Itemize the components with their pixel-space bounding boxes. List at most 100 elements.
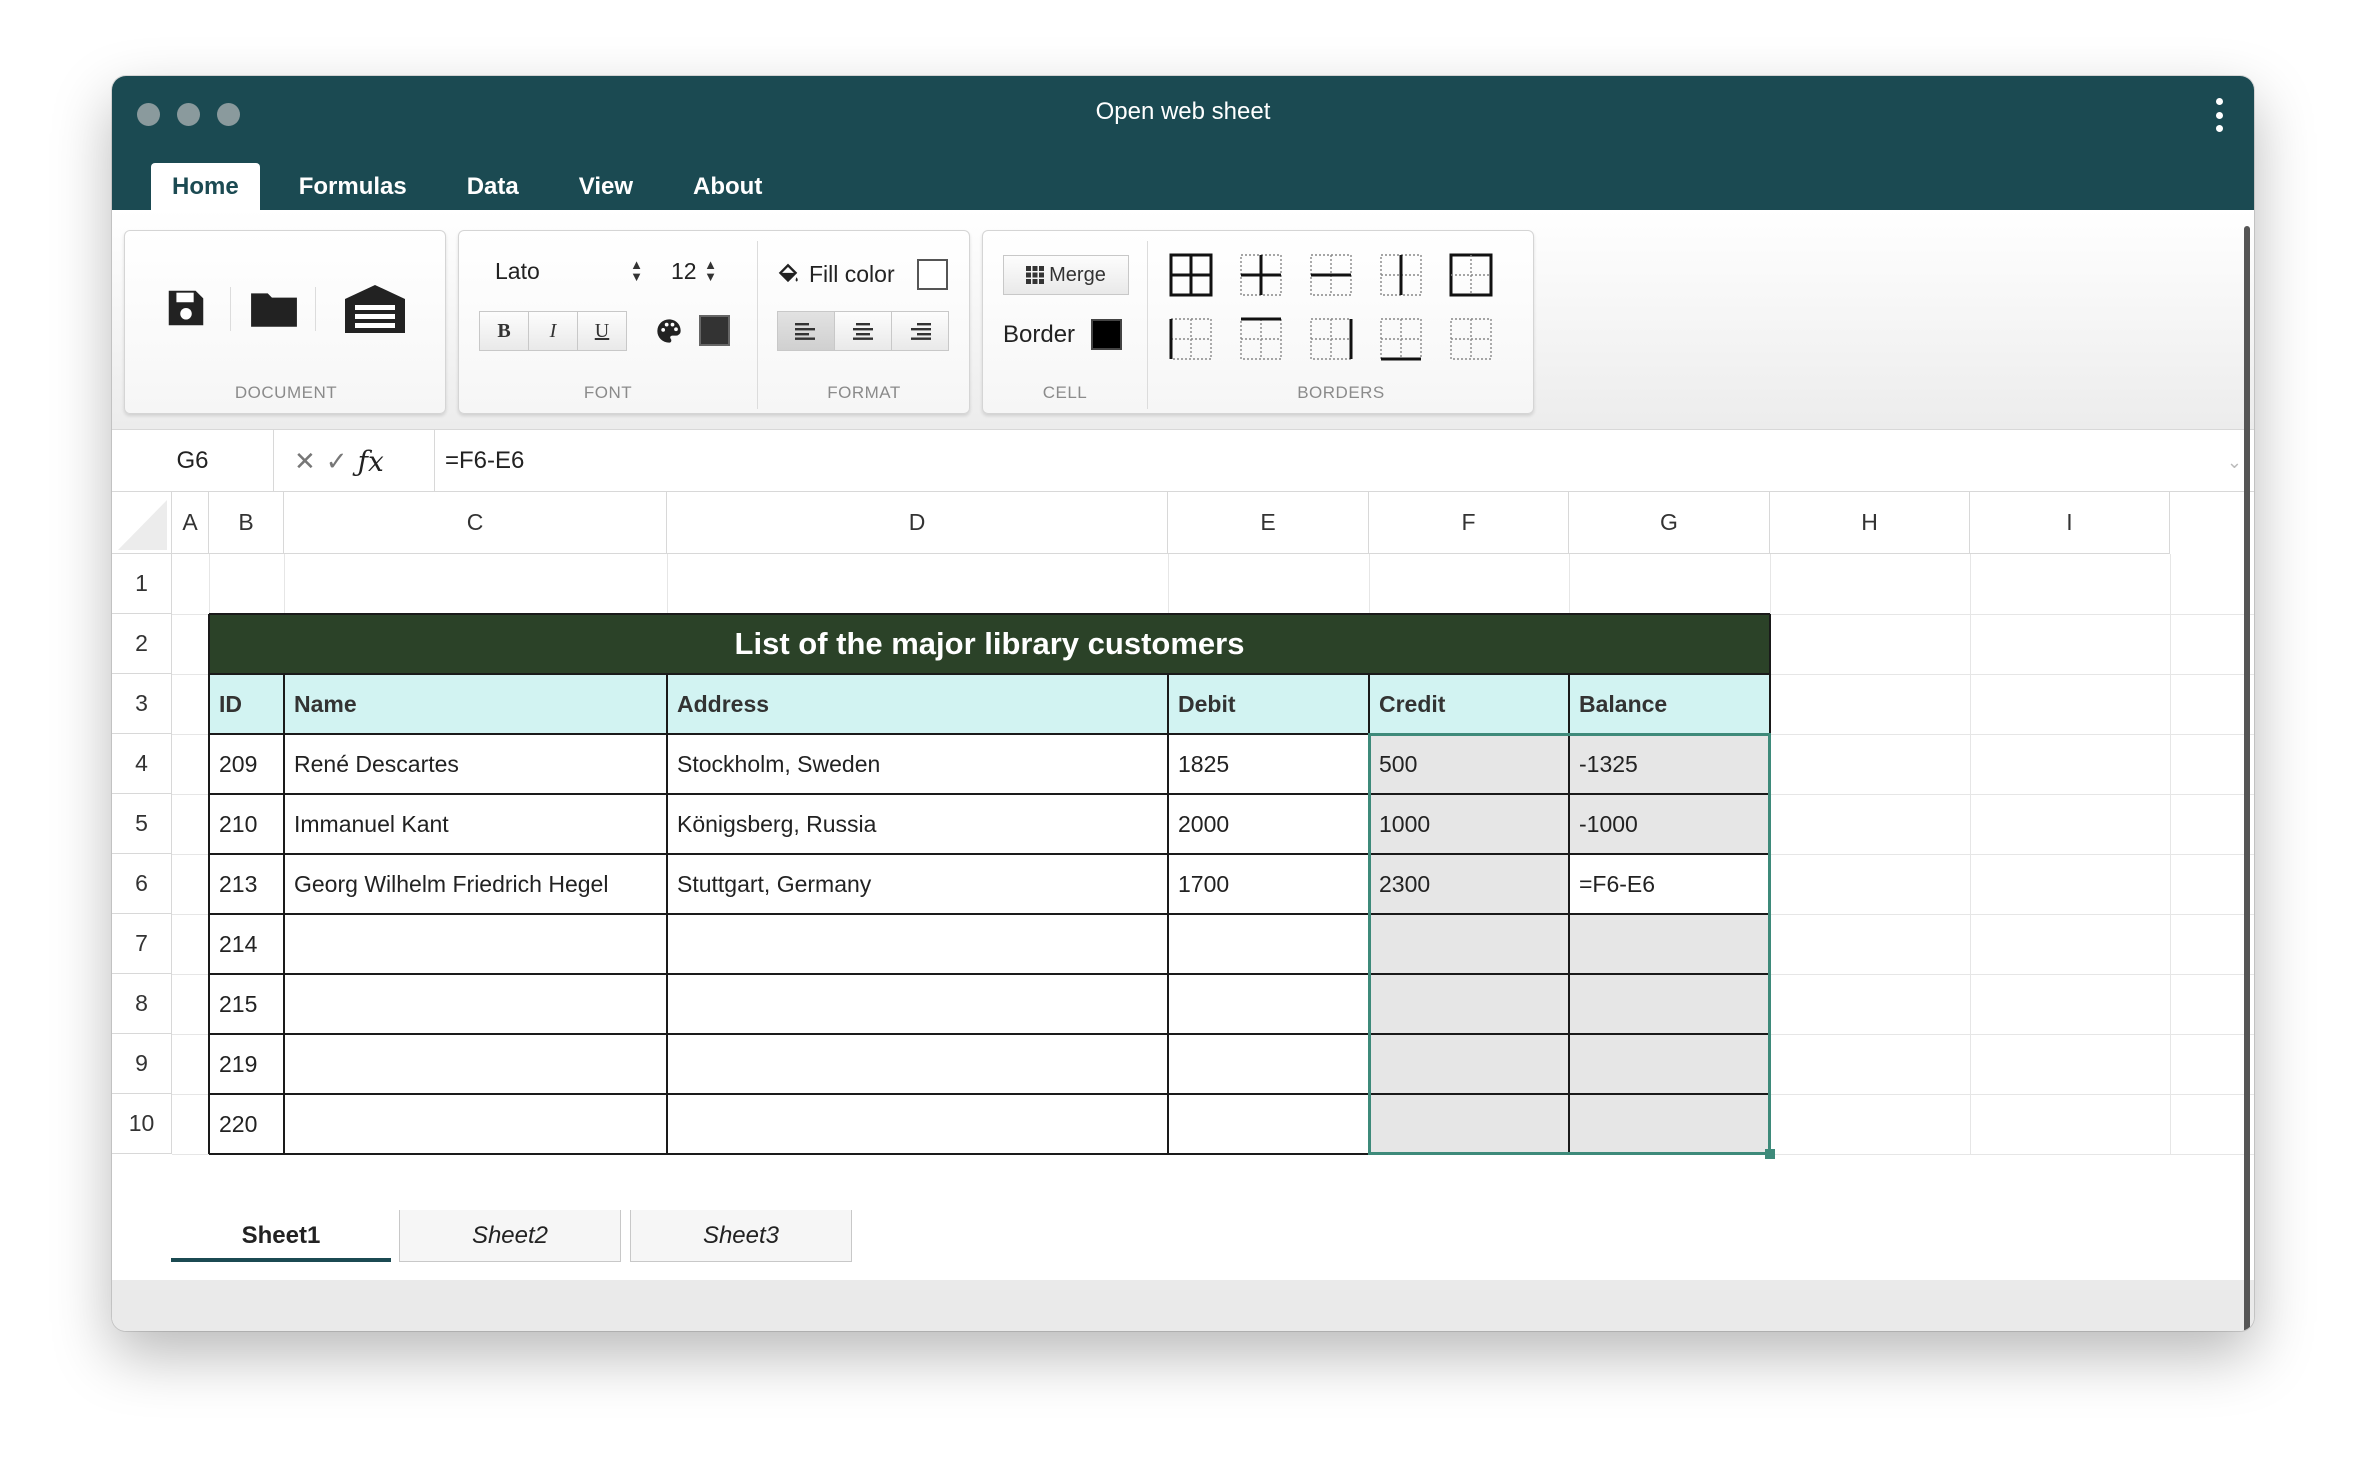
open-folder-icon[interactable] (249, 287, 299, 329)
column-header[interactable]: B (209, 492, 284, 554)
table-cell[interactable] (284, 914, 667, 974)
tab-home[interactable]: Home (151, 163, 260, 210)
table-cell[interactable]: 213 (209, 854, 284, 914)
sheet-tab-3[interactable]: Sheet3 (630, 1210, 852, 1262)
table-cell[interactable] (284, 974, 667, 1034)
function-icon[interactable]: ƒx (358, 445, 384, 478)
row-header[interactable]: 4 (112, 734, 172, 794)
fill-handle[interactable] (1765, 1149, 1775, 1159)
column-header[interactable]: F (1369, 492, 1569, 554)
fill-bucket-icon[interactable] (775, 261, 801, 287)
table-cell[interactable]: Stockholm, Sweden (667, 734, 1168, 794)
save-icon[interactable] (163, 285, 209, 331)
table-cell[interactable] (1168, 1094, 1369, 1154)
confirm-formula-icon[interactable]: ✓ (326, 446, 348, 477)
table-cell[interactable]: 214 (209, 914, 284, 974)
table-cell[interactable] (1168, 1034, 1369, 1094)
table-cell[interactable]: Königsberg, Russia (667, 794, 1168, 854)
tab-view[interactable]: View (558, 163, 654, 210)
row-header[interactable]: 6 (112, 854, 172, 914)
align-left-button[interactable] (777, 311, 835, 351)
font-family-select[interactable]: Lato ▲ ▼ (479, 253, 649, 289)
sheet-tab-2[interactable]: Sheet2 (399, 1210, 621, 1262)
table-cell[interactable] (667, 1094, 1168, 1154)
table-header-cell[interactable]: ID (209, 674, 284, 734)
top-border-icon[interactable] (1237, 315, 1285, 363)
table-cell[interactable]: Stuttgart, Germany (667, 854, 1168, 914)
align-right-button[interactable] (891, 311, 949, 351)
table-cell[interactable]: 210 (209, 794, 284, 854)
table-header-cell[interactable]: Balance (1569, 674, 1770, 734)
column-header[interactable]: D (667, 492, 1168, 554)
table-cell[interactable] (667, 914, 1168, 974)
row-header[interactable]: 5 (112, 794, 172, 854)
table-header-cell[interactable]: Credit (1369, 674, 1569, 734)
select-all-corner[interactable] (112, 492, 172, 554)
table-header-cell[interactable]: Debit (1168, 674, 1369, 734)
bold-button[interactable]: B (479, 311, 529, 351)
column-header[interactable]: E (1168, 492, 1369, 554)
fill-color-label[interactable]: Fill color (809, 261, 895, 288)
align-center-button[interactable] (834, 311, 892, 351)
outer-borders-icon[interactable] (1447, 251, 1495, 299)
vertical-scrollbar[interactable] (2244, 226, 2250, 1331)
inner-borders-icon[interactable] (1237, 251, 1285, 299)
column-header[interactable]: C (284, 492, 667, 554)
table-header-cell[interactable]: Address (667, 674, 1168, 734)
border-color-swatch[interactable] (1091, 319, 1122, 350)
table-cell[interactable]: René Descartes (284, 734, 667, 794)
underline-button[interactable]: U (577, 311, 627, 351)
sheet-tab-1[interactable]: Sheet1 (171, 1210, 391, 1262)
cancel-formula-icon[interactable]: ✕ (294, 446, 316, 477)
bottom-border-icon[interactable] (1377, 315, 1425, 363)
row-header[interactable]: 10 (112, 1094, 172, 1154)
font-size-select[interactable]: 12 ▲ ▼ (659, 253, 719, 289)
table-cell[interactable]: 209 (209, 734, 284, 794)
row-header[interactable]: 8 (112, 974, 172, 1034)
horizontal-borders-icon[interactable] (1307, 251, 1355, 299)
table-cell[interactable]: 219 (209, 1034, 284, 1094)
right-border-icon[interactable] (1307, 315, 1355, 363)
table-cell[interactable]: 2000 (1168, 794, 1369, 854)
merge-button[interactable]: Merge (1003, 255, 1129, 295)
table-cell[interactable]: Georg Wilhelm Friedrich Hegel (284, 854, 667, 914)
vertical-borders-icon[interactable] (1377, 251, 1425, 299)
chevron-down-icon[interactable]: ⌄ (2227, 452, 2242, 473)
row-header[interactable]: 3 (112, 674, 172, 734)
table-cell[interactable] (284, 1094, 667, 1154)
table-cell[interactable] (1168, 914, 1369, 974)
table-cell[interactable]: 215 (209, 974, 284, 1034)
row-header[interactable]: 7 (112, 914, 172, 974)
tab-about[interactable]: About (672, 163, 783, 210)
table-cell[interactable] (1168, 974, 1369, 1034)
table-cell[interactable]: Immanuel Kant (284, 794, 667, 854)
row-header[interactable]: 2 (112, 614, 172, 674)
font-color-swatch[interactable] (699, 315, 730, 346)
tab-formulas[interactable]: Formulas (278, 163, 428, 210)
palette-icon[interactable] (655, 317, 683, 345)
document-group-label: DOCUMENT (234, 383, 338, 402)
table-cell[interactable]: 1700 (1168, 854, 1369, 914)
formula-input[interactable]: =F6-E6 (434, 430, 2184, 492)
more-menu-icon[interactable] (2214, 98, 2224, 132)
table-cell[interactable]: 220 (209, 1094, 284, 1154)
italic-button[interactable]: I (528, 311, 578, 351)
fill-color-swatch[interactable] (917, 259, 948, 290)
row-header[interactable]: 1 (112, 554, 172, 614)
no-borders-icon[interactable] (1447, 315, 1495, 363)
table-cell[interactable] (667, 974, 1168, 1034)
table-cell[interactable]: 1825 (1168, 734, 1369, 794)
cell-reference-box[interactable]: G6 (112, 430, 274, 492)
column-header[interactable]: G (1569, 492, 1770, 554)
column-header[interactable]: I (1970, 492, 2170, 554)
all-borders-icon[interactable] (1167, 251, 1215, 299)
left-border-icon[interactable] (1167, 315, 1215, 363)
archive-icon[interactable] (343, 283, 407, 335)
table-header-cell[interactable]: Name (284, 674, 667, 734)
column-header[interactable]: A (172, 492, 209, 554)
table-cell[interactable] (667, 1034, 1168, 1094)
row-header[interactable]: 9 (112, 1034, 172, 1094)
column-header[interactable]: H (1770, 492, 1970, 554)
table-cell[interactable] (284, 1034, 667, 1094)
tab-data[interactable]: Data (446, 163, 540, 210)
